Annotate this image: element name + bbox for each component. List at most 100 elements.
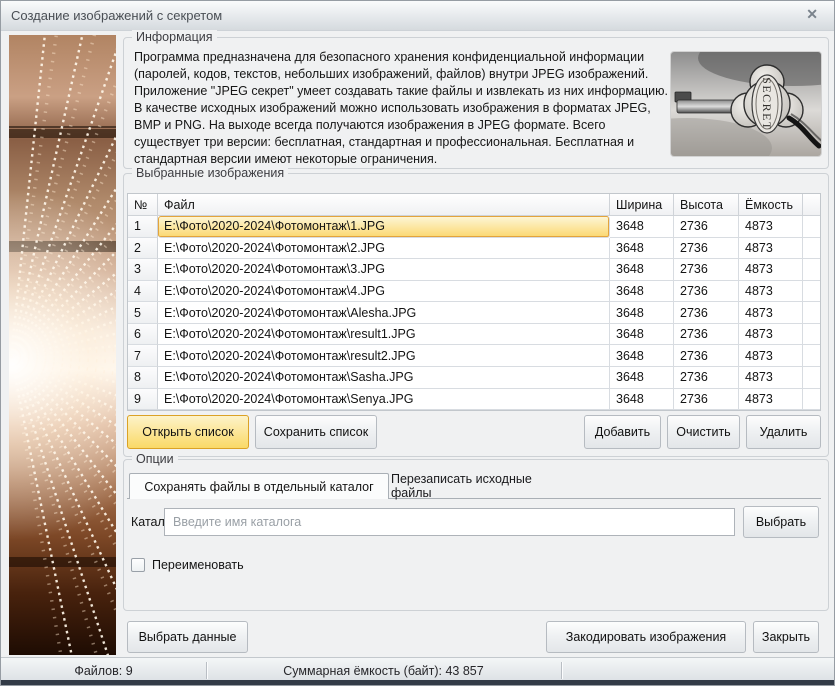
width-cell[interactable]: 3648 — [610, 259, 674, 281]
save-list-button[interactable]: Сохранить список — [255, 415, 377, 449]
height-cell[interactable]: 2736 — [674, 281, 739, 303]
info-group: Информация Программа предназначена для б… — [123, 37, 829, 169]
width-cell[interactable]: 3648 — [610, 216, 674, 238]
row-number-cell[interactable]: 8 — [128, 367, 158, 389]
file-path-cell[interactable]: E:\Фото\2020-2024\Фотомонтаж\result1.JPG — [158, 324, 610, 346]
close-button[interactable]: Закрыть — [753, 621, 819, 653]
filler-cell — [803, 238, 820, 260]
table-header-row: № Файл Ширина Высота Ёмкость — [128, 194, 820, 216]
info-description-text: Программа предназначена для безопасного … — [134, 49, 672, 168]
file-path-cell[interactable]: E:\Фото\2020-2024\Фотомонтаж\1.JPG — [158, 216, 610, 238]
width-cell[interactable]: 3648 — [610, 302, 674, 324]
file-path-cell[interactable]: E:\Фото\2020-2024\Фотомонтаж\Alesha.JPG — [158, 302, 610, 324]
capacity-cell[interactable]: 4873 — [739, 324, 803, 346]
capacity-cell[interactable]: 4873 — [739, 259, 803, 281]
open-list-button[interactable]: Открыть список — [127, 415, 249, 449]
table-row[interactable]: 9E:\Фото\2020-2024\Фотомонтаж\Senya.JPG3… — [128, 389, 820, 411]
header-width: Ширина — [610, 194, 674, 216]
row-number-cell[interactable]: 1 — [128, 216, 158, 238]
images-table[interactable]: № Файл Ширина Высота Ёмкость 1E:\Фото\20… — [127, 193, 821, 411]
window-bottom-edge — [1, 680, 835, 685]
height-cell[interactable]: 2736 — [674, 302, 739, 324]
file-path-cell[interactable]: E:\Фото\2020-2024\Фотомонтаж\2.JPG — [158, 238, 610, 260]
height-cell[interactable]: 2736 — [674, 216, 739, 238]
capacity-cell[interactable]: 4873 — [739, 389, 803, 411]
close-icon[interactable]: ✕ — [806, 6, 818, 23]
height-cell[interactable]: 2736 — [674, 259, 739, 281]
info-group-label: Информация — [132, 30, 217, 44]
status-divider — [561, 662, 562, 679]
title-bar[interactable]: Создание изображений с секретом ✕ — [1, 1, 834, 31]
height-cell[interactable]: 2736 — [674, 389, 739, 411]
clear-button[interactable]: Очистить — [667, 415, 740, 449]
add-button[interactable]: Добавить — [584, 415, 661, 449]
table-row[interactable]: 8E:\Фото\2020-2024\Фотомонтаж\Sasha.JPG3… — [128, 367, 820, 389]
capacity-cell[interactable]: 4873 — [739, 238, 803, 260]
row-number-cell[interactable]: 5 — [128, 302, 158, 324]
delete-button[interactable]: Удалить — [746, 415, 821, 449]
options-group-label: Опции — [132, 452, 178, 466]
table-row[interactable]: 4E:\Фото\2020-2024\Фотомонтаж\4.JPG36482… — [128, 281, 820, 303]
filler-cell — [803, 345, 820, 367]
capacity-cell[interactable]: 4873 — [739, 216, 803, 238]
table-row[interactable]: 6E:\Фото\2020-2024\Фотомонтаж\result1.JP… — [128, 324, 820, 346]
header-capacity: Ёмкость — [739, 194, 803, 216]
secret-key-image: SECRET — [670, 51, 822, 157]
rename-checkbox[interactable] — [131, 558, 145, 572]
width-cell[interactable]: 3648 — [610, 324, 674, 346]
row-number-cell[interactable]: 4 — [128, 281, 158, 303]
table-row[interactable]: 3E:\Фото\2020-2024\Фотомонтаж\3.JPG36482… — [128, 259, 820, 281]
tab-save-to-separate-dir[interactable]: Сохранять файлы в отдельный каталог — [129, 473, 389, 499]
width-cell[interactable]: 3648 — [610, 345, 674, 367]
width-cell[interactable]: 3648 — [610, 281, 674, 303]
catalog-input[interactable] — [164, 508, 735, 536]
file-path-cell[interactable]: E:\Фото\2020-2024\Фотомонтаж\3.JPG — [158, 259, 610, 281]
filler-cell — [803, 389, 820, 411]
filler-cell — [803, 216, 820, 238]
decorative-lights-photo — [9, 35, 116, 655]
height-cell[interactable]: 2736 — [674, 345, 739, 367]
row-number-cell[interactable]: 9 — [128, 389, 158, 411]
header-height: Высота — [674, 194, 739, 216]
file-path-cell[interactable]: E:\Фото\2020-2024\Фотомонтаж\Senya.JPG — [158, 389, 610, 411]
rename-checkbox-label[interactable]: Переименовать — [152, 558, 244, 572]
filler-cell — [803, 281, 820, 303]
height-cell[interactable]: 2736 — [674, 324, 739, 346]
encode-images-button[interactable]: Закодировать изображения — [546, 621, 746, 653]
row-number-cell[interactable]: 6 — [128, 324, 158, 346]
file-path-cell[interactable]: E:\Фото\2020-2024\Фотомонтаж\4.JPG — [158, 281, 610, 303]
table-row[interactable]: 2E:\Фото\2020-2024\Фотомонтаж\2.JPG36482… — [128, 238, 820, 260]
status-bar: Файлов: 9 Суммарная ёмкость (байт): 43 8… — [1, 657, 835, 682]
choose-catalog-button[interactable]: Выбрать — [743, 506, 819, 538]
file-path-cell[interactable]: E:\Фото\2020-2024\Фотомонтаж\result2.JPG — [158, 345, 610, 367]
table-row[interactable]: 7E:\Фото\2020-2024\Фотомонтаж\result2.JP… — [128, 345, 820, 367]
width-cell[interactable]: 3648 — [610, 238, 674, 260]
tab-overwrite-source-files[interactable]: Перезаписать исходные файлы — [391, 474, 575, 498]
filler-cell — [803, 259, 820, 281]
filler-cell — [803, 324, 820, 346]
header-filler — [803, 194, 820, 216]
capacity-cell[interactable]: 4873 — [739, 345, 803, 367]
selected-images-group-label: Выбранные изображения — [132, 166, 288, 180]
capacity-cell[interactable]: 4873 — [739, 367, 803, 389]
table-row[interactable]: 5E:\Фото\2020-2024\Фотомонтаж\Alesha.JPG… — [128, 302, 820, 324]
width-cell[interactable]: 3648 — [610, 389, 674, 411]
capacity-cell[interactable]: 4873 — [739, 302, 803, 324]
secret-key-text: SECRET — [760, 77, 774, 131]
select-data-button[interactable]: Выбрать данные — [127, 621, 248, 653]
file-path-cell[interactable]: E:\Фото\2020-2024\Фотомонтаж\Sasha.JPG — [158, 367, 610, 389]
row-number-cell[interactable]: 3 — [128, 259, 158, 281]
height-cell[interactable]: 2736 — [674, 367, 739, 389]
capacity-cell[interactable]: 4873 — [739, 281, 803, 303]
table-row[interactable]: 1E:\Фото\2020-2024\Фотомонтаж\1.JPG36482… — [128, 216, 820, 238]
height-cell[interactable]: 2736 — [674, 238, 739, 260]
dialog-window: Создание изображений с секретом ✕ — [0, 0, 835, 686]
row-number-cell[interactable]: 2 — [128, 238, 158, 260]
filler-cell — [803, 302, 820, 324]
row-number-cell[interactable]: 7 — [128, 345, 158, 367]
header-file: Файл — [158, 194, 610, 216]
window-title: Создание изображений с секретом — [11, 1, 222, 30]
table-body: 1E:\Фото\2020-2024\Фотомонтаж\1.JPG36482… — [128, 216, 820, 410]
width-cell[interactable]: 3648 — [610, 367, 674, 389]
filler-cell — [803, 367, 820, 389]
